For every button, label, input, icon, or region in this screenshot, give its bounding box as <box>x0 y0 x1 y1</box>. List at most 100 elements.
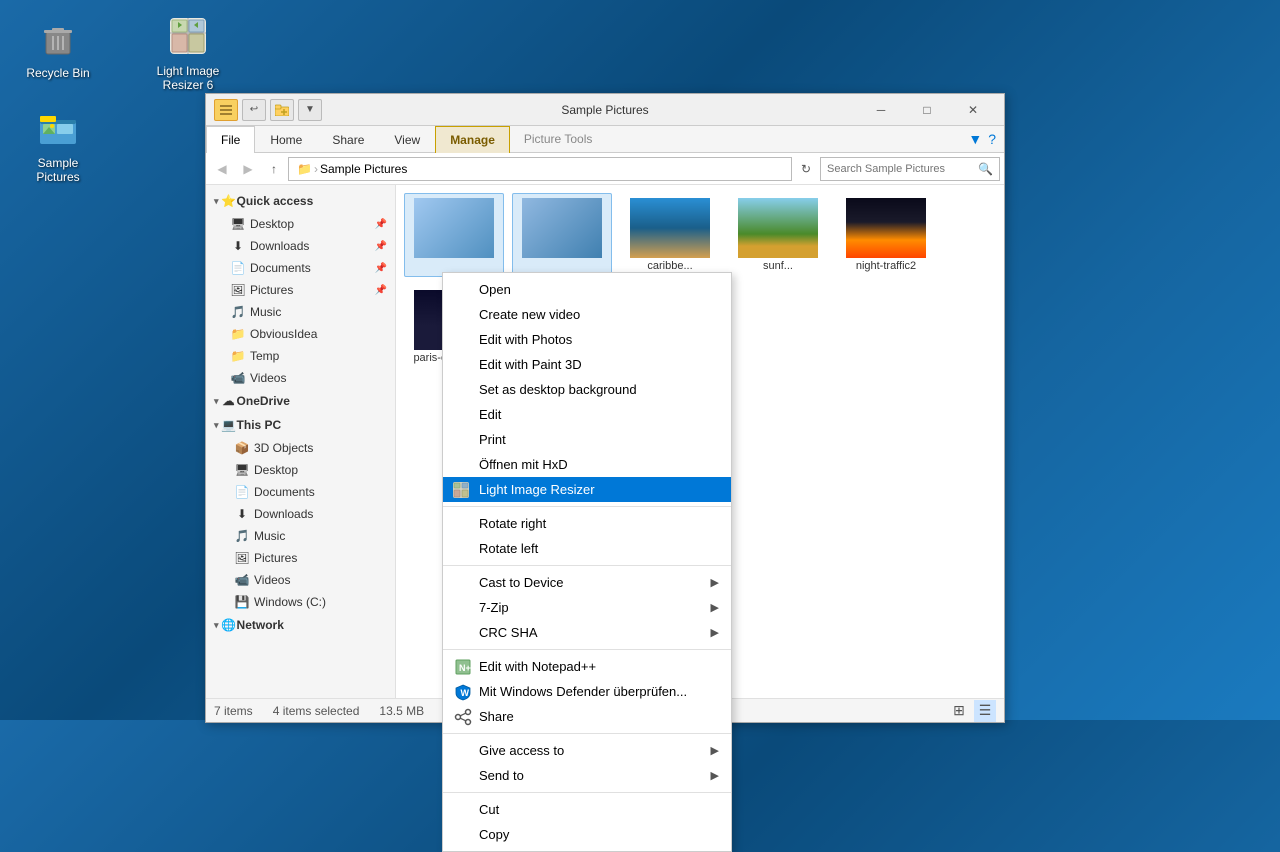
sidebar-section-network[interactable]: ▾ 🌐 Network <box>206 613 395 637</box>
maximize-button[interactable]: □ <box>904 94 950 126</box>
ctx-rotate-right[interactable]: Rotate right <box>443 511 731 536</box>
sidebar-3d-label: 3D Objects <box>254 441 313 455</box>
tab-manage[interactable]: Manage <box>435 126 510 153</box>
ctx-edit-paint3d[interactable]: Edit with Paint 3D <box>443 352 731 377</box>
pictures-icon: 🖼 <box>230 282 246 298</box>
close-button[interactable]: ✕ <box>950 94 996 126</box>
ctx-open[interactable]: Open <box>443 277 731 302</box>
ctx-defender[interactable]: W Mit Windows Defender überprüfen... <box>443 679 731 704</box>
ribbon-help-btn[interactable]: ▼ <box>968 131 982 147</box>
thumb-selected1 <box>414 198 494 258</box>
sidebar-item-music2[interactable]: 🎵 Music <box>206 525 395 547</box>
file-item-night-traffic[interactable]: night-traffic2 <box>836 193 936 277</box>
ctx-rotate-left[interactable]: Rotate left <box>443 536 731 561</box>
sidebar-item-videos2[interactable]: 📹 Videos <box>206 569 395 591</box>
7zip-arrow-icon: ▶ <box>711 601 719 614</box>
file-item-caribbean[interactable]: caribbe... <box>620 193 720 277</box>
sample-pictures-desktop-icon[interactable]: Sample Pictures <box>18 100 98 189</box>
sidebar-item-temp[interactable]: 📁 Temp <box>206 345 395 367</box>
downloads-pin-icon: 📌 <box>375 241 387 252</box>
tab-file[interactable]: File <box>206 126 255 153</box>
address-icon: 📁 <box>297 162 312 176</box>
tab-share[interactable]: Share <box>317 126 379 153</box>
search-bar[interactable]: 🔍 <box>820 157 1000 181</box>
ctx-create-video[interactable]: Create new video <box>443 302 731 327</box>
sidebar-item-desktop2[interactable]: 🖥 Desktop <box>206 459 395 481</box>
address-bar[interactable]: 📁 › Sample Pictures <box>288 157 792 181</box>
svg-text:W: W <box>461 688 470 698</box>
search-icon[interactable]: 🔍 <box>978 162 993 176</box>
ctx-send-to-label: Send to <box>479 768 524 783</box>
tab-home[interactable]: Home <box>255 126 317 153</box>
documents-icon: 📄 <box>230 260 246 276</box>
details-view-btn[interactable]: ☰ <box>974 700 996 722</box>
ctx-share-label: Share <box>479 709 514 724</box>
sidebar-section-quick-access[interactable]: ▾ ⭐ Quick access <box>206 189 395 213</box>
properties-btn[interactable]: ▼ <box>298 99 322 121</box>
temp-folder-icon: 📁 <box>230 348 246 364</box>
ctx-crc-sha[interactable]: CRC SHA ▶ <box>443 620 731 645</box>
ctx-sep-5 <box>443 792 731 793</box>
item-count: 7 items <box>214 704 253 718</box>
windows-c-icon: 💾 <box>234 594 250 610</box>
sidebar-item-downloads2[interactable]: ⬇ Downloads <box>206 503 395 525</box>
file-item-selected2[interactable] <box>512 193 612 277</box>
thumb-caribbean <box>630 198 710 258</box>
ctx-notepadpp[interactable]: N+ Edit with Notepad++ <box>443 654 731 679</box>
ctx-light-image-resizer[interactable]: Light Image Resizer <box>443 477 731 502</box>
minimize-button[interactable]: ─ <box>858 94 904 126</box>
ribbon-expand-btn[interactable]: ? <box>988 131 996 147</box>
ctx-copy[interactable]: Copy <box>443 822 731 847</box>
network-icon: 🌐 <box>221 617 237 633</box>
ctx-cut[interactable]: Cut <box>443 797 731 822</box>
back-button[interactable]: ◀ <box>210 157 234 181</box>
sidebar-section-onedrive[interactable]: ▾ ☁ OneDrive <box>206 389 395 413</box>
ctx-share[interactable]: Share <box>443 704 731 729</box>
sidebar-item-videos[interactable]: 📹 Videos <box>206 367 395 389</box>
sidebar-item-obviousidea[interactable]: 📁 ObviousIdea <box>206 323 395 345</box>
recycle-bin-icon[interactable]: Recycle Bin <box>18 10 98 84</box>
sidebar-section-this-pc[interactable]: ▾ 💻 This PC <box>206 413 395 437</box>
ctx-give-access[interactable]: Give access to ▶ <box>443 738 731 763</box>
file-item-selected1[interactable] <box>404 193 504 277</box>
ctx-cast-to-device[interactable]: Cast to Device ▶ <box>443 570 731 595</box>
up-button[interactable]: ↑ <box>262 157 286 181</box>
forward-button[interactable]: ▶ <box>236 157 260 181</box>
music2-icon: 🎵 <box>234 528 250 544</box>
sidebar-windows-c-label: Windows (C:) <box>254 595 326 609</box>
ctx-edit[interactable]: Edit <box>443 402 731 427</box>
search-input[interactable] <box>827 163 974 175</box>
quick-access-btn[interactable] <box>214 99 238 121</box>
sidebar-item-windows-c[interactable]: 💾 Windows (C:) <box>206 591 395 613</box>
recycle-bin-label: Recycle Bin <box>26 66 89 80</box>
sidebar-item-pictures[interactable]: 🖼 Pictures 📌 <box>206 279 395 301</box>
sidebar-item-documents[interactable]: 📄 Documents 📌 <box>206 257 395 279</box>
sidebar-documents-label: Documents <box>250 261 311 275</box>
ctx-crc-label: CRC SHA <box>479 625 538 640</box>
ctx-set-desktop[interactable]: Set as desktop background <box>443 377 731 402</box>
light-image-resizer-icon[interactable]: Light Image Resizer 6 <box>148 8 228 97</box>
sidebar-documents2-label: Documents <box>254 485 315 499</box>
undo-btn[interactable]: ↩ <box>242 99 266 121</box>
sidebar-item-3d-objects[interactable]: 📦 3D Objects <box>206 437 395 459</box>
sidebar-item-pictures2[interactable]: 🖼 Pictures <box>206 547 395 569</box>
tab-view[interactable]: View <box>379 126 435 153</box>
new-folder-btn[interactable] <box>270 99 294 121</box>
sidebar-item-downloads[interactable]: ⬇ Downloads 📌 <box>206 235 395 257</box>
refresh-button[interactable]: ↻ <box>794 157 818 181</box>
sidebar-videos2-label: Videos <box>254 573 290 587</box>
ctx-send-to[interactable]: Send to ▶ <box>443 763 731 788</box>
sidebar-item-documents2[interactable]: 📄 Documents <box>206 481 395 503</box>
selected-info: 4 items selected <box>273 704 360 718</box>
address-current-folder: Sample Pictures <box>320 162 407 176</box>
ctx-7zip[interactable]: 7-Zip ▶ <box>443 595 731 620</box>
ctx-edit-photos[interactable]: Edit with Photos <box>443 327 731 352</box>
file-item-sunflower[interactable]: sunf... <box>728 193 828 277</box>
ctx-open-hxd[interactable]: Öffnen mit HxD <box>443 452 731 477</box>
onedrive-icon: ☁ <box>221 393 237 409</box>
sidebar-item-music[interactable]: 🎵 Music <box>206 301 395 323</box>
sample-pictures-desktop-label: Sample Pictures <box>22 156 94 185</box>
ctx-print[interactable]: Print <box>443 427 731 452</box>
sidebar-item-desktop[interactable]: 🖥 Desktop 📌 <box>206 213 395 235</box>
large-icons-view-btn[interactable]: ⊞ <box>948 700 970 722</box>
